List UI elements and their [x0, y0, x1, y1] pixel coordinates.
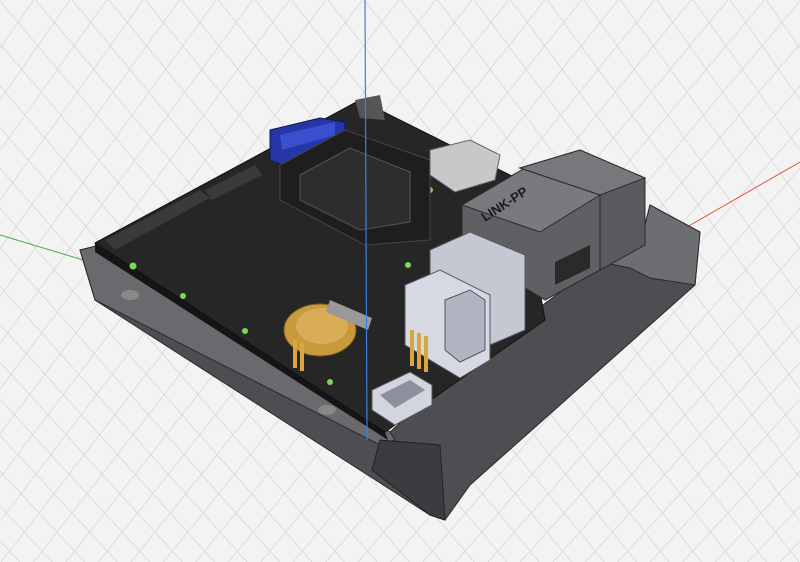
grid-line — [779, 540, 800, 562]
grid-line — [0, 540, 21, 562]
grid-line — [715, 470, 800, 562]
grid-line — [0, 0, 144, 201]
grid-line — [585, 324, 800, 562]
standoff — [318, 405, 336, 415]
grid-line — [656, 0, 800, 201]
grid-line — [0, 0, 107, 151]
standoff — [121, 290, 139, 300]
grid-line — [0, 470, 85, 562]
grid-line — [617, 361, 800, 562]
cad-3d-viewport[interactable]: LINK-PP — [0, 0, 800, 562]
grid-line — [0, 324, 215, 562]
grid-line — [620, 0, 800, 250]
